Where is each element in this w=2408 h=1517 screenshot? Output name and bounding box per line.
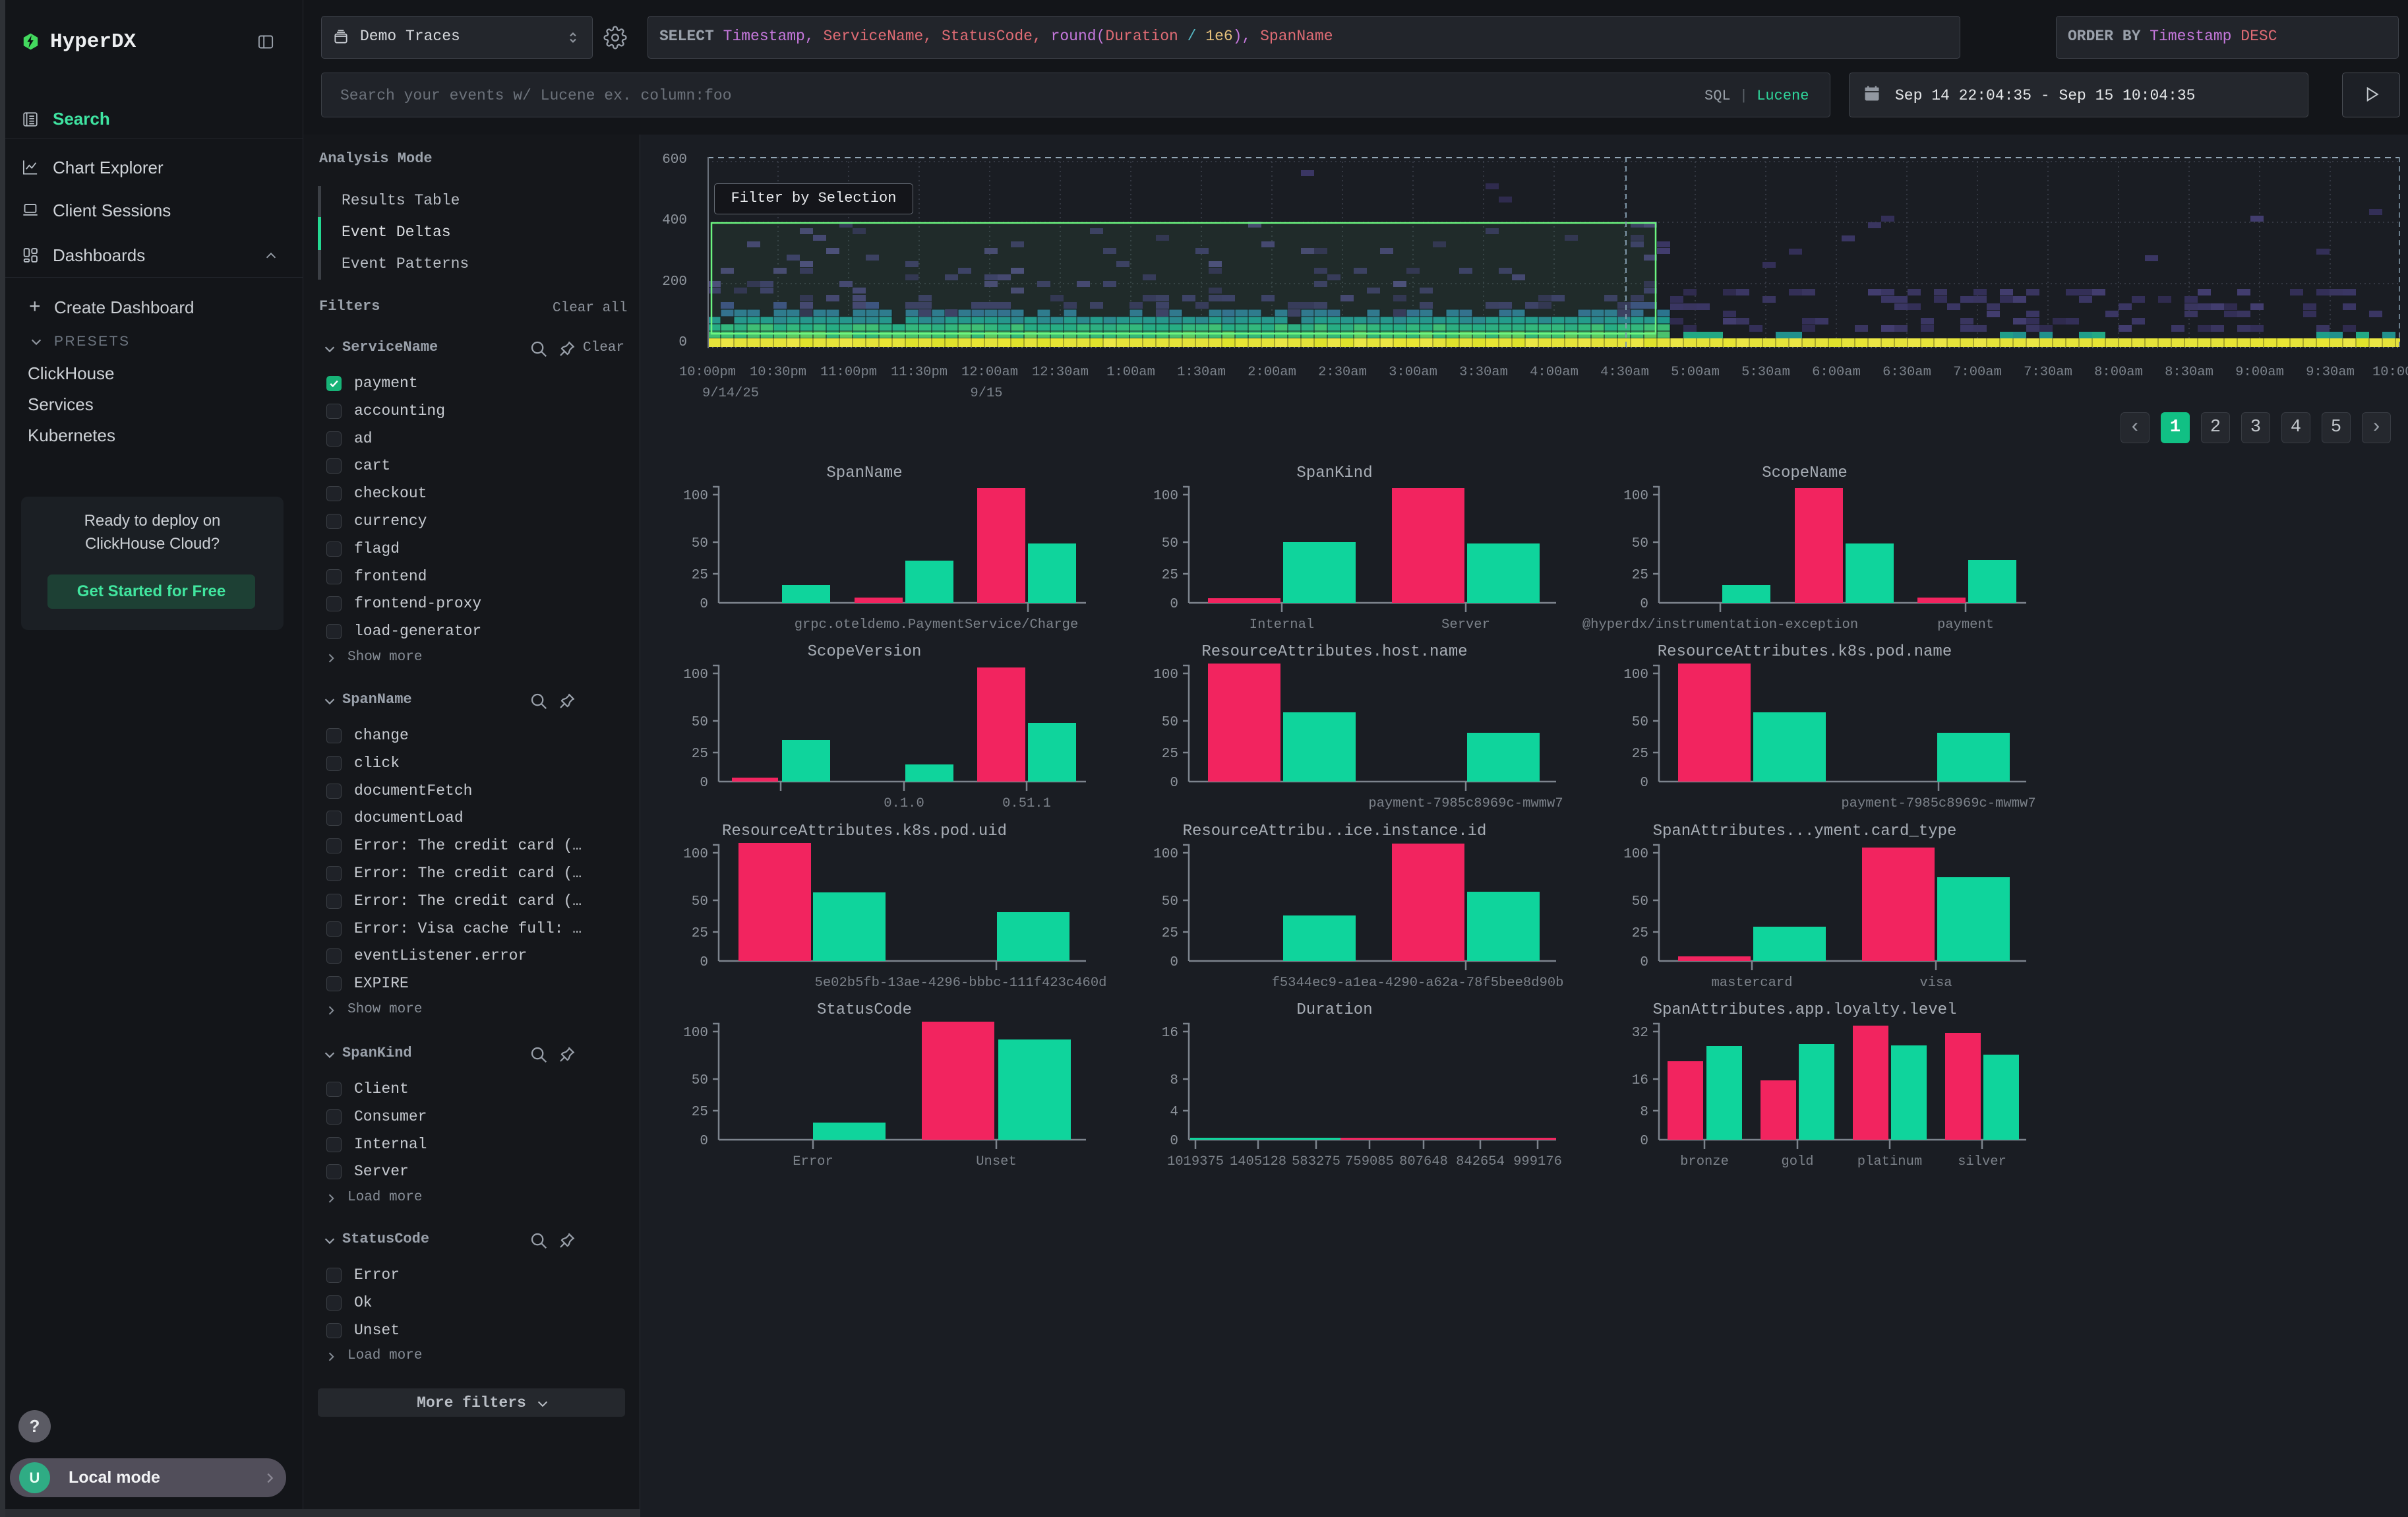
svg-text:50: 50 [1162,894,1178,910]
svg-text:50: 50 [692,1073,708,1088]
svg-text:32: 32 [1632,1026,1648,1041]
svg-text:100: 100 [683,847,708,862]
svg-text:0: 0 [700,955,708,970]
svg-text:25: 25 [1162,926,1178,941]
svg-text:0: 0 [1170,597,1178,612]
svg-text:25: 25 [692,1105,708,1120]
svg-text:50: 50 [692,894,708,910]
svg-text:583275: 583275 [1292,1154,1340,1169]
svg-text:bronze: bronze [1680,1154,1729,1169]
svg-text:100: 100 [1623,847,1648,862]
svg-text:mastercard: mastercard [1711,975,1792,991]
svg-text:50: 50 [1162,715,1178,730]
svg-text:0.1.0: 0.1.0 [884,796,924,811]
svg-text:0: 0 [1170,1134,1178,1149]
svg-text:25: 25 [1632,747,1648,762]
svg-text:0: 0 [1170,776,1178,791]
svg-text:50: 50 [1632,894,1648,910]
svg-text:grpc.oteldemo.PaymentService/C: grpc.oteldemo.PaymentService/Charge [795,617,1079,633]
svg-text:999176: 999176 [1513,1154,1562,1169]
svg-text:25: 25 [692,926,708,941]
svg-text:f5344ec9-a1ea-4290-a62a-78f5be: f5344ec9-a1ea-4290-a62a-78f5bee8d90b [1272,975,1564,991]
svg-text:0: 0 [700,776,708,791]
svg-text:807648: 807648 [1399,1154,1448,1169]
svg-text:platinum: platinum [1857,1154,1922,1169]
svg-text:100: 100 [1623,489,1648,504]
svg-text:100: 100 [683,1026,708,1041]
svg-text:1019375: 1019375 [1167,1154,1224,1169]
svg-text:100: 100 [1153,667,1178,683]
svg-text:25: 25 [1162,568,1178,583]
svg-text:silver: silver [1958,1154,2006,1169]
svg-text:Error: Error [793,1154,833,1169]
svg-text:0: 0 [1640,1134,1648,1149]
svg-text:50: 50 [1162,536,1178,551]
svg-text:payment-7985c8969c-mwmw7: payment-7985c8969c-mwmw7 [1841,796,2035,811]
svg-text:759085: 759085 [1345,1154,1394,1169]
svg-text:25: 25 [692,747,708,762]
svg-text:50: 50 [1632,715,1648,730]
svg-text:842654: 842654 [1456,1154,1505,1169]
svg-text:0: 0 [700,597,708,612]
svg-text:visa: visa [1919,975,1952,991]
svg-text:0: 0 [1640,597,1648,612]
svg-text:100: 100 [683,489,708,504]
svg-text:16: 16 [1632,1073,1648,1088]
svg-text:100: 100 [1623,667,1648,683]
svg-text:25: 25 [1632,568,1648,583]
svg-text:25: 25 [692,568,708,583]
svg-text:Internal: Internal [1249,617,1314,633]
svg-text:gold: gold [1781,1154,1813,1169]
svg-text:100: 100 [683,667,708,683]
svg-text:@hyperdx/instrumentation-excep: @hyperdx/instrumentation-exception [1582,617,1858,633]
svg-text:8: 8 [1170,1073,1178,1088]
svg-text:0.51.1: 0.51.1 [1002,796,1051,811]
svg-text:0: 0 [1640,955,1648,970]
svg-text:50: 50 [692,715,708,730]
svg-text:100: 100 [1153,489,1178,504]
svg-text:5e02b5fb-13ae-4296-bbbc-111f42: 5e02b5fb-13ae-4296-bbbc-111f423c460d [815,975,1107,991]
svg-text:1405128: 1405128 [1230,1154,1286,1169]
svg-text:50: 50 [692,536,708,551]
svg-text:0: 0 [1170,955,1178,970]
svg-text:Server: Server [1441,617,1490,633]
svg-text:0: 0 [700,1134,708,1149]
svg-text:payment-7985c8969c-mwmw7: payment-7985c8969c-mwmw7 [1368,796,1563,811]
svg-text:8: 8 [1640,1105,1648,1120]
svg-text:100: 100 [1153,847,1178,862]
svg-text:payment: payment [1937,617,1994,633]
svg-text:4: 4 [1170,1105,1178,1120]
svg-text:0: 0 [1640,776,1648,791]
svg-text:16: 16 [1162,1026,1178,1041]
svg-text:50: 50 [1632,536,1648,551]
svg-text:25: 25 [1632,926,1648,941]
svg-text:25: 25 [1162,747,1178,762]
svg-text:Unset: Unset [976,1154,1017,1169]
